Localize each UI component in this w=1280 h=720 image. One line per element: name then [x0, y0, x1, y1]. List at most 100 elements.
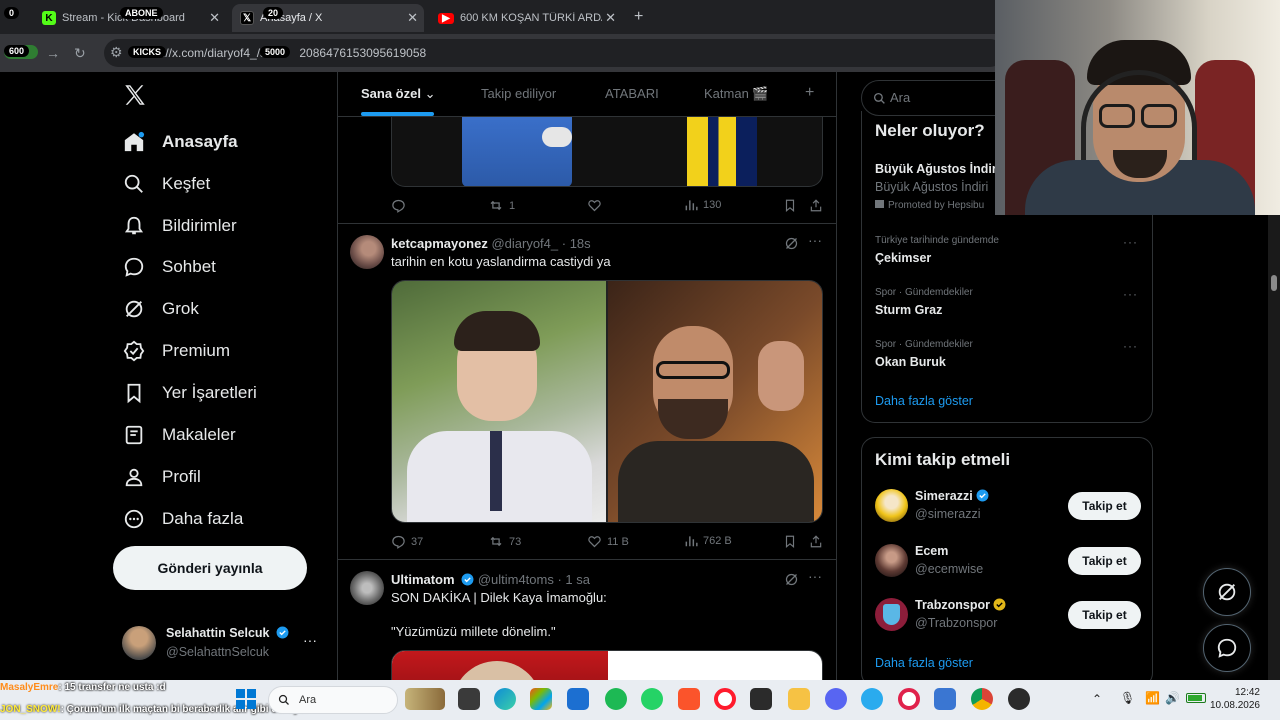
nav-articles[interactable]: Makaleler — [120, 417, 236, 453]
telegram-icon[interactable] — [861, 688, 883, 710]
edge-icon[interactable] — [494, 688, 516, 710]
grok-icon[interactable] — [784, 572, 799, 587]
spotify-icon[interactable] — [605, 688, 627, 710]
app-icon[interactable] — [567, 688, 589, 710]
avatar[interactable] — [350, 235, 384, 269]
trend-name[interactable]: Sturm Graz — [875, 303, 942, 317]
nav-bookmarks[interactable]: Yer İşaretleri — [120, 375, 257, 411]
tweet-media[interactable] — [391, 117, 823, 187]
nav-more[interactable]: Daha fazla — [120, 501, 243, 537]
tab-for-you[interactable]: Sana özel ⌄ — [361, 86, 436, 102]
show-more-trends-link[interactable]: Daha fazla göster — [875, 394, 973, 408]
nav-notifications[interactable]: Bildirimler — [120, 208, 237, 244]
close-icon[interactable]: ✕ — [209, 10, 220, 26]
office-icon[interactable] — [530, 688, 552, 710]
forward-icon[interactable]: → — [46, 45, 60, 61]
like-button[interactable]: 11 B — [587, 534, 629, 549]
wifi-icon[interactable]: 📶 — [1145, 691, 1160, 705]
reload-icon[interactable]: ↻ — [74, 45, 86, 62]
show-more-follow-link[interactable]: Daha fazla göster — [875, 656, 973, 670]
like-button[interactable] — [587, 198, 607, 213]
follow-button[interactable]: Takip et — [1068, 601, 1141, 629]
tweet[interactable]: Ultimatom @ultim4toms · 1 sa ··· SON DAK… — [338, 560, 836, 680]
folder-icon[interactable] — [788, 688, 810, 710]
author-handle[interactable]: @diaryof4_ — [491, 236, 558, 251]
messages-floating-button[interactable] — [1203, 624, 1251, 672]
nav-chat[interactable]: Sohbet — [120, 249, 216, 285]
bookmark-button[interactable] — [783, 198, 797, 213]
tab-atabari[interactable]: ATABARI — [605, 86, 659, 101]
discord-icon[interactable] — [825, 688, 847, 710]
follow-suggestion[interactable]: Simerazzi @simerazzi Takip et — [875, 488, 1141, 528]
nav-premium[interactable]: Premium — [120, 333, 230, 369]
whatsapp-icon[interactable] — [641, 688, 663, 710]
author-name[interactable]: Ultimatom — [391, 572, 455, 587]
tweet-media[interactable] — [391, 650, 823, 680]
app-icon[interactable] — [934, 688, 956, 710]
grok-floating-button[interactable] — [1203, 568, 1251, 616]
more-icon[interactable]: ··· — [1123, 235, 1138, 249]
avatar[interactable] — [350, 571, 384, 605]
nav-grok[interactable]: Grok — [120, 291, 199, 327]
browser-tab-youtube[interactable]: ▶ 600 KM KOŞAN TÜRKİ ARDA S... ✕ — [430, 4, 622, 32]
nav-explore[interactable]: Keşfet — [120, 166, 210, 202]
brave-icon[interactable] — [678, 688, 700, 710]
more-icon[interactable]: ··· — [1123, 339, 1138, 353]
windows-start-icon[interactable] — [236, 689, 256, 709]
bookmark-button[interactable] — [783, 534, 797, 549]
tab-katman[interactable]: Katman 🎬 — [704, 86, 769, 102]
repost-button[interactable]: 73 — [488, 534, 521, 549]
opera-icon[interactable] — [714, 688, 736, 710]
x-logo-icon[interactable] — [122, 82, 148, 108]
game-icon[interactable] — [750, 688, 772, 710]
author-name[interactable]: ketcapmayonez — [391, 236, 488, 251]
tab-following[interactable]: Takip ediliyor — [481, 86, 556, 101]
trend-name[interactable]: Okan Buruk — [875, 355, 946, 369]
repost-button[interactable]: 1 — [488, 198, 515, 213]
scrollbar-thumb[interactable] — [1271, 275, 1277, 291]
follow-button[interactable]: Takip et — [1068, 547, 1141, 575]
tweet-time[interactable]: · 18s — [562, 236, 591, 251]
close-icon[interactable]: ✕ — [407, 10, 418, 26]
more-icon[interactable]: ··· — [808, 568, 822, 584]
browser-tab-x[interactable]: 𝕏 Anasayfa / X ✕ — [232, 4, 424, 32]
more-icon[interactable]: ··· — [1123, 287, 1138, 301]
follow-suggestion[interactable]: Ecem @ecemwise Takip et — [875, 543, 1141, 583]
tweet-media[interactable] — [391, 280, 823, 523]
taskbar-search[interactable]: Ara — [268, 686, 398, 714]
reply-button[interactable]: 37 — [391, 534, 423, 549]
url-field[interactable]: ://x.com/diaryof4_/st 2086476153095619058 — [104, 39, 1004, 67]
tweet[interactable]: ketcapmayonez @diaryof4_ · 18s ··· tarih… — [338, 224, 836, 560]
author-handle[interactable]: @ultim4toms — [478, 572, 554, 587]
trend-name[interactable]: Çekimser — [875, 251, 931, 265]
views-button[interactable]: 130 — [684, 198, 721, 212]
more-icon[interactable]: ··· — [303, 632, 317, 648]
taskbar-clock[interactable]: 12:42 10.08.2026 — [1210, 686, 1260, 712]
grok-icon[interactable] — [784, 236, 799, 251]
promoted-title[interactable]: Büyük Ağustos İndir — [875, 162, 997, 176]
battery-icon[interactable] — [1186, 693, 1206, 703]
share-button[interactable] — [809, 198, 823, 213]
share-button[interactable] — [809, 534, 823, 549]
tweet-time[interactable]: · 1 sa — [557, 572, 590, 587]
close-icon[interactable]: ✕ — [605, 10, 616, 26]
follow-suggestion[interactable]: Trabzonspor @Trabzonspor Takip et — [875, 597, 1141, 637]
tweet[interactable]: 1 130 — [338, 117, 836, 224]
add-tab-button[interactable]: + — [805, 84, 814, 102]
views-button[interactable]: 762 B — [684, 534, 732, 548]
account-switcher[interactable]: Selahattin Selcuk @SelahattnSelcuk ··· — [122, 624, 327, 664]
nav-profile[interactable]: Profil — [120, 459, 201, 495]
chrome-icon[interactable] — [971, 688, 993, 710]
opera-gx-icon[interactable] — [898, 688, 920, 710]
nav-home[interactable]: Anasayfa — [120, 124, 238, 160]
widget-icon[interactable] — [405, 688, 445, 710]
volume-icon[interactable]: 🔊 — [1165, 691, 1180, 705]
chevron-up-icon[interactable]: ⌃ — [1092, 692, 1102, 706]
post-button[interactable]: Gönderi yayınla — [113, 546, 307, 590]
microphone-icon[interactable]: 🎙 — [1120, 691, 1135, 705]
follow-button[interactable]: Takip et — [1068, 492, 1141, 520]
site-info-icon[interactable]: ⚙ — [110, 44, 123, 61]
obs-icon[interactable] — [1008, 688, 1030, 710]
task-view-icon[interactable] — [458, 688, 480, 710]
reply-button[interactable] — [391, 198, 411, 213]
